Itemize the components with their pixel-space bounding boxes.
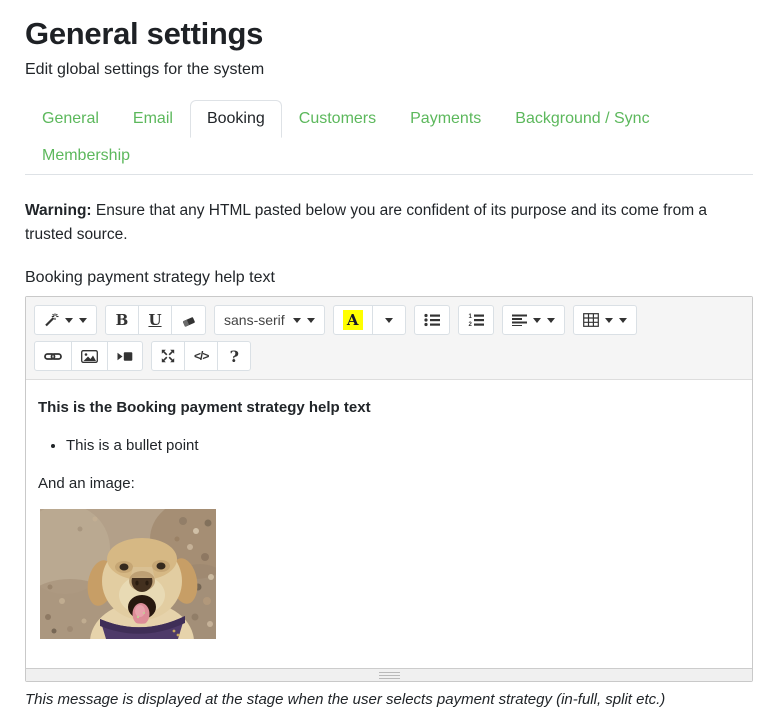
page-subtitle: Edit global settings for the system xyxy=(25,61,265,78)
style-group xyxy=(34,305,97,336)
resize-handle-icon xyxy=(378,671,400,679)
chevron-down-icon xyxy=(306,317,315,327)
rich-text-editor: B U sans-serif A 1 2 </> ? This is the B… xyxy=(25,296,753,683)
chevron-down-icon xyxy=(546,317,555,327)
link-icon xyxy=(44,352,62,360)
content-bullet-item: This is a bullet point xyxy=(66,435,740,457)
warning-message: Warning: Ensure that any HTML pasted bel… xyxy=(25,199,753,247)
table-group xyxy=(572,305,637,336)
tab-booking[interactable]: Booking xyxy=(189,100,282,138)
chevron-down-icon xyxy=(604,317,613,327)
bold-button[interactable]: B xyxy=(105,305,139,336)
tab-customers[interactable]: Customers xyxy=(282,100,393,138)
paragraph-align-button[interactable] xyxy=(501,305,565,336)
tab-general[interactable]: General xyxy=(25,100,116,138)
underline-label: U xyxy=(148,311,162,330)
codeview-label: </> xyxy=(194,349,209,364)
table-button[interactable] xyxy=(572,305,637,336)
content-paragraph: And an image: xyxy=(38,474,135,492)
page: General settings Edit global settings fo… xyxy=(0,0,768,708)
chevron-down-icon xyxy=(618,317,627,327)
warning-body: Ensure that any HTML pasted below you ar… xyxy=(25,202,708,244)
svg-text:1: 1 xyxy=(468,314,472,320)
font-family-dropdown[interactable]: sans-serif xyxy=(214,305,325,336)
video-button[interactable] xyxy=(107,341,143,372)
magic-style-button[interactable] xyxy=(34,305,97,336)
picture-icon xyxy=(81,349,98,363)
dog-photo[interactable] xyxy=(40,509,216,640)
color-dropdown-button[interactable] xyxy=(371,305,406,336)
fullscreen-button[interactable] xyxy=(151,341,185,372)
recent-color-button[interactable]: A xyxy=(332,305,373,336)
ul-group xyxy=(413,305,450,336)
align-lines-icon xyxy=(511,314,527,327)
unordered-list-button[interactable] xyxy=(413,305,450,336)
paragraph-group xyxy=(501,305,565,336)
ordered-list-button[interactable]: 1 2 xyxy=(457,305,494,336)
color-group: A xyxy=(332,305,406,336)
numbered-list-icon: 1 2 xyxy=(468,314,484,327)
tab-membership[interactable]: Membership xyxy=(25,137,147,175)
tab-background-sync[interactable]: Background / Sync xyxy=(498,100,666,138)
font-style-group: B U xyxy=(105,305,206,336)
insert-group xyxy=(34,341,143,372)
codeview-button[interactable]: </> xyxy=(184,341,219,372)
editor-resize-statusbar[interactable] xyxy=(26,668,752,682)
warning-label: Warning: xyxy=(25,202,92,219)
page-title: General settings xyxy=(25,16,264,51)
tab-payments[interactable]: Payments xyxy=(393,100,498,138)
tab-email[interactable]: Email xyxy=(116,100,190,138)
magic-wand-icon xyxy=(45,313,59,327)
svg-text:2: 2 xyxy=(468,322,472,327)
video-icon xyxy=(117,351,133,361)
table-grid-icon xyxy=(582,313,599,327)
ol-group: 1 2 xyxy=(457,305,494,336)
chevron-down-icon xyxy=(384,317,393,327)
settings-tabs: General Email Booking Customers Payments… xyxy=(25,100,753,175)
font-color-swatch: A xyxy=(342,310,363,331)
bold-label: B xyxy=(115,311,129,330)
editor-content-area[interactable]: This is the Booking payment strategy hel… xyxy=(26,380,752,669)
eraser-icon xyxy=(182,316,195,327)
chevron-down-icon xyxy=(532,317,541,327)
content-heading: This is the Booking payment strategy hel… xyxy=(38,399,371,417)
chevron-down-icon xyxy=(292,317,301,327)
font-name-group: sans-serif xyxy=(214,305,325,336)
help-button[interactable]: ? xyxy=(217,341,252,372)
chevron-down-icon xyxy=(65,317,73,327)
picture-button[interactable] xyxy=(71,341,108,372)
view-group: </> ? xyxy=(151,341,252,372)
font-family-value: sans-serif xyxy=(224,312,285,329)
field-label: Booking payment strategy help text xyxy=(25,269,275,287)
editor-toolbar: B U sans-serif A 1 2 </> ? xyxy=(26,297,752,381)
clear-format-button[interactable] xyxy=(171,305,206,336)
fullscreen-icon xyxy=(161,349,175,363)
help-label: ? xyxy=(229,346,240,366)
underline-button[interactable]: U xyxy=(138,305,172,336)
content-bullet-list: This is a bullet point xyxy=(38,435,740,457)
link-button[interactable] xyxy=(34,341,72,372)
field-help-text: This message is displayed at the stage w… xyxy=(25,691,666,709)
bullet-list-icon xyxy=(424,313,440,327)
chevron-down-icon xyxy=(79,317,87,327)
